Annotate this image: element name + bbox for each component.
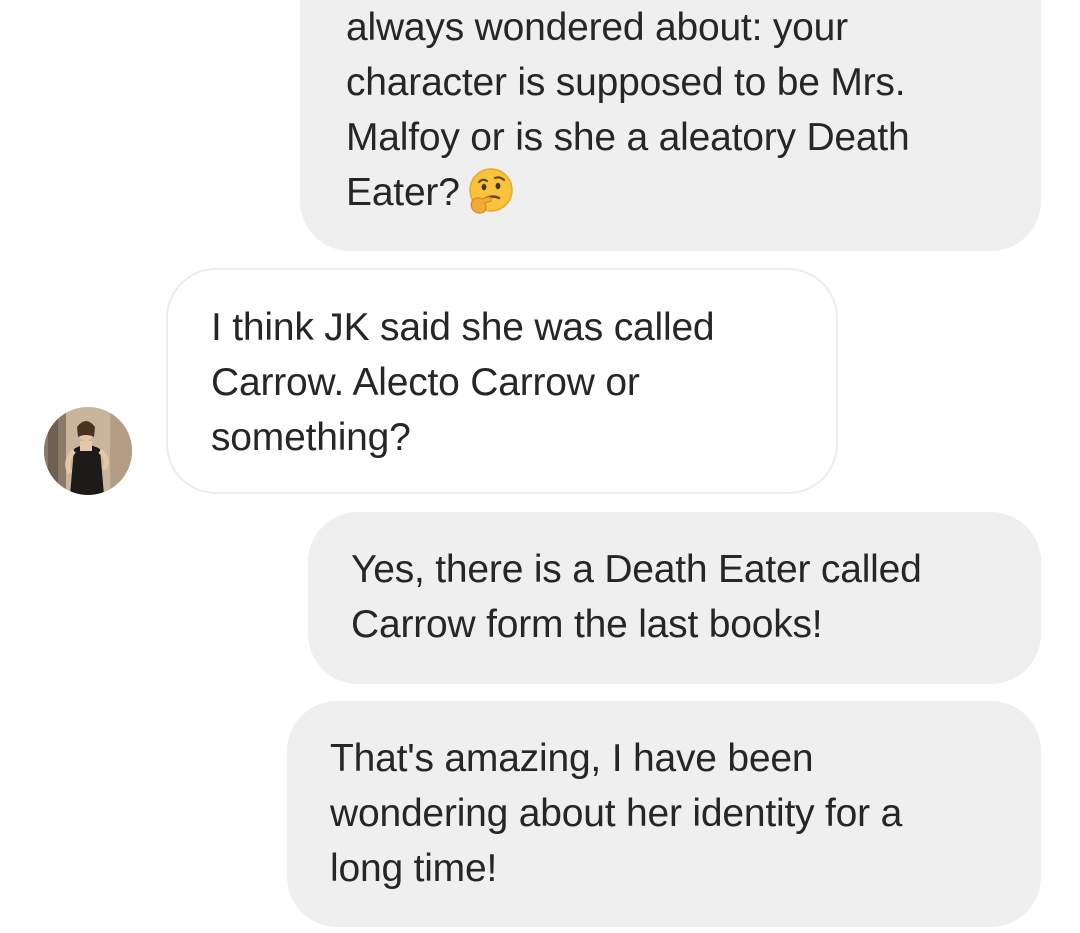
- outgoing-message[interactable]: Yes, there is a Death Eater called Carro…: [308, 512, 1041, 684]
- message-thread: always wondered about: your character is…: [0, 0, 1080, 933]
- incoming-message[interactable]: I think JK said she was called Carrow. A…: [166, 268, 838, 494]
- message-text: always wondered about: your character is…: [346, 6, 910, 214]
- outgoing-message[interactable]: always wondered about: your character is…: [300, 0, 1041, 251]
- avatar-photo: [44, 407, 132, 495]
- contact-avatar[interactable]: [44, 407, 132, 495]
- message-text: I think JK said she was called Carrow. A…: [211, 306, 715, 459]
- message-text: Yes, there is a Death Eater called Carro…: [351, 548, 922, 646]
- message-text: That's amazing, I have been wondering ab…: [330, 737, 903, 890]
- thinking-face-icon: [468, 168, 513, 214]
- outgoing-message[interactable]: That's amazing, I have been wondering ab…: [287, 701, 1041, 927]
